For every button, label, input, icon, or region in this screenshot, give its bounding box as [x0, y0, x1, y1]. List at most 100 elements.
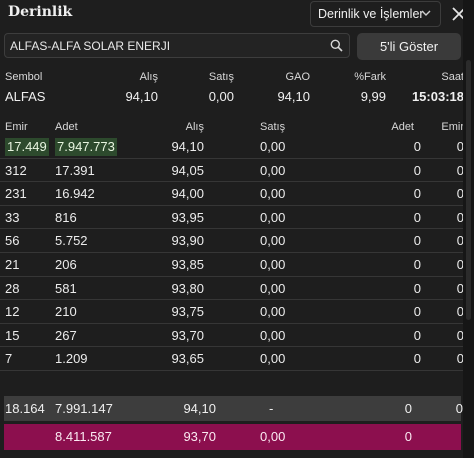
- depth-rows: 17.449 7.947.773 94,10 0,00 0 0 312 17.391 94,05…: [0, 135, 474, 371]
- row-ask-qty: 0: [413, 139, 421, 154]
- summary-header: Sembol Alış Satış GAO %Fark Saat: [0, 71, 474, 87]
- summary-time: 15:03:18: [411, 89, 464, 104]
- row-bid-price: 93,80: [171, 280, 204, 296]
- row-ask-price: 0,00: [260, 280, 286, 296]
- row-bid-price: 94,10: [171, 139, 204, 154]
- summary-header-symbol: Sembol: [5, 71, 43, 83]
- depth-table-header: Emir Adet Alış Satış Adet Emir: [0, 121, 474, 135]
- row-ask-price: 0,00: [260, 186, 286, 202]
- total-bid: 94,10: [183, 401, 216, 416]
- row-ask-price: 0,00: [260, 162, 286, 178]
- row-ask-qty: 0: [413, 256, 421, 272]
- depth-row[interactable]: 12 210 93,75 0,00 0 0: [0, 300, 474, 324]
- row-bid-qty: 267: [55, 327, 77, 343]
- summary-header-gao: GAO: [285, 71, 310, 83]
- search-input[interactable]: [10, 36, 320, 55]
- symbol-search[interactable]: [4, 33, 350, 58]
- depth-row[interactable]: 231 16.942 94,00 0,00 0 0: [0, 182, 474, 206]
- row-bid-price: 93,70: [171, 327, 204, 343]
- col-bid-qty: Adet: [55, 121, 78, 133]
- row-bid-orders: 56: [5, 233, 20, 249]
- depth-row[interactable]: 21 206 93,85 0,00 0 0: [0, 253, 474, 277]
- average-row: 8.411.587 93,70 0,00 0: [4, 424, 461, 450]
- row-ask-qty: 0: [413, 304, 421, 320]
- row-bid-price: 93,75: [171, 304, 204, 320]
- row-bid-qty: 816: [55, 209, 77, 225]
- row-bid-price: 93,85: [171, 256, 204, 272]
- depth-row[interactable]: 17.449 7.947.773 94,10 0,00 0 0: [0, 135, 474, 159]
- row-bid-qty: 206: [55, 256, 77, 272]
- row-bid-price: 94,00: [171, 186, 204, 202]
- total-row: 18.164 7.991.147 94,10 - 0 0: [4, 396, 463, 421]
- depth-row[interactable]: 33 816 93,95 0,00 0 0: [0, 206, 474, 230]
- depth-row[interactable]: 312 17.391 94,05 0,00 0 0: [0, 159, 474, 183]
- chevron-down-icon: [421, 10, 431, 16]
- average-bid: 93,70: [183, 429, 216, 444]
- summary-values: ALFAS 94,10 0,00 94,10 9,99 15:03:18: [0, 89, 474, 105]
- average-ask-qty: 0: [404, 429, 412, 444]
- row-bid-orders: 21: [5, 256, 20, 272]
- row-ask-qty: 0: [413, 351, 421, 367]
- scrollbar[interactable]: [463, 0, 474, 458]
- row-bid-qty: 1.209: [55, 351, 88, 367]
- total-orders: 18.164: [5, 401, 45, 416]
- depth-row[interactable]: 28 581 93,80 0,00 0 0: [0, 277, 474, 301]
- row-ask-qty: 0: [413, 209, 421, 225]
- view-select-value: Derinlik ve İşlemler: [318, 7, 424, 21]
- scrollbar-thumb[interactable]: [466, 60, 471, 320]
- summary-change: 9,99: [360, 89, 386, 104]
- row-ask-qty: 0: [413, 327, 421, 343]
- row-bid-orders: 15: [5, 327, 20, 343]
- summary-header-change: %Fark: [354, 71, 386, 83]
- col-ask-qty: Adet: [391, 121, 414, 133]
- depth-row[interactable]: 56 5.752 93,90 0,00 0 0: [0, 229, 474, 253]
- row-bid-qty: 5.752: [55, 233, 88, 249]
- row-bid-price: 93,65: [171, 351, 204, 367]
- view-select[interactable]: Derinlik ve İşlemler: [310, 1, 441, 27]
- col-ask-orders: Emir: [441, 121, 464, 133]
- row-bid-qty: 581: [55, 280, 77, 296]
- row-bid-orders: 28: [5, 280, 20, 296]
- row-bid-price: 93,95: [171, 209, 204, 225]
- depth-panel: Derinlik Derinlik ve İşlemler 5'li Göste…: [0, 0, 474, 458]
- summary-header-bid: Alış: [139, 71, 158, 83]
- total-ask: -: [269, 401, 274, 416]
- row-ask-price: 0,00: [260, 209, 286, 225]
- row-bid-price: 93,90: [171, 233, 204, 249]
- average-ask: 0,00: [260, 429, 286, 444]
- total-ask-orders: 0: [455, 401, 463, 416]
- row-ask-qty: 0: [413, 162, 421, 178]
- summary-header-time: Saat: [441, 71, 464, 83]
- row-ask-price: 0,00: [260, 327, 286, 343]
- row-bid-orders: 17.449: [5, 138, 49, 156]
- row-bid-orders: 33: [5, 209, 20, 225]
- summary-ask: 0,00: [208, 89, 234, 104]
- row-bid-qty: 17.391: [55, 162, 95, 178]
- total-qty: 7.991.147: [55, 401, 113, 416]
- summary-symbol: ALFAS: [5, 89, 46, 104]
- row-bid-qty: 16.942: [55, 186, 95, 202]
- col-bid-price: Alış: [185, 121, 204, 133]
- summary-bid: 94,10: [125, 89, 158, 104]
- depth-row[interactable]: 7 1.209 93,65 0,00 0 0: [0, 347, 474, 371]
- average-qty: 8.411.587: [55, 429, 112, 444]
- search-icon[interactable]: [330, 39, 343, 52]
- show-5-levels-button[interactable]: 5'li Göster: [357, 33, 461, 60]
- row-bid-orders: 312: [5, 162, 27, 178]
- panel-header: Derinlik Derinlik ve İşlemler: [0, 0, 474, 28]
- row-bid-price: 94,05: [171, 162, 204, 178]
- row-bid-orders: 12: [5, 304, 20, 320]
- row-ask-price: 0,00: [260, 256, 286, 272]
- row-bid-qty: 210: [55, 304, 77, 320]
- col-ask-price: Satış: [260, 121, 286, 133]
- col-bid-orders: Emir: [5, 121, 28, 133]
- row-ask-price: 0,00: [260, 304, 286, 320]
- total-ask-qty: 0: [404, 401, 412, 416]
- row-ask-price: 0,00: [260, 233, 286, 249]
- panel-title: Derinlik: [8, 4, 73, 20]
- row-ask-qty: 0: [413, 280, 421, 296]
- row-bid-orders: 7: [5, 351, 13, 367]
- row-ask-price: 0,00: [260, 139, 286, 154]
- summary-gao: 94,10: [277, 89, 310, 104]
- depth-row[interactable]: 15 267 93,70 0,00 0 0: [0, 324, 474, 348]
